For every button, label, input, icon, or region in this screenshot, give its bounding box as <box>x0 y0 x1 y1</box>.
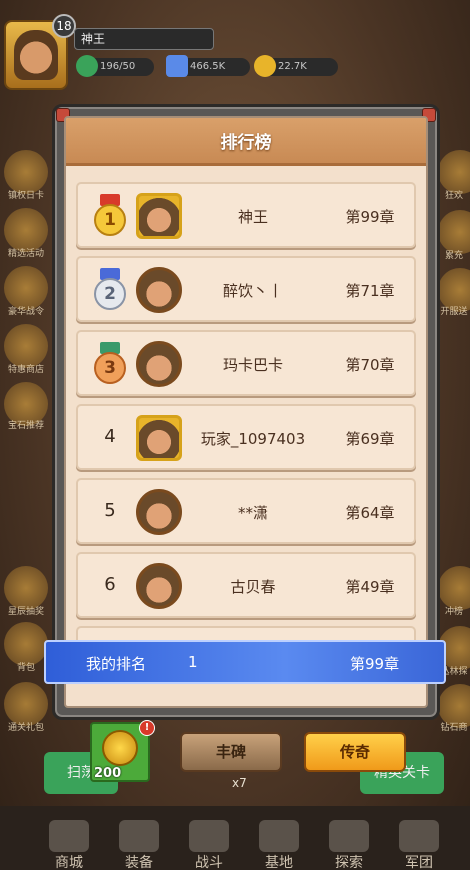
gold-medal-icon: 1 <box>92 194 128 238</box>
row-chapter: 第64章 <box>345 504 395 522</box>
equipment-icon <box>119 820 159 852</box>
my-rank-chapter: 第99章 <box>350 655 400 673</box>
energy-cost-label: x7 <box>232 776 247 790</box>
medal-rank: 1 <box>94 204 126 236</box>
gold-coin-icon <box>254 55 276 77</box>
base-icon <box>259 820 299 852</box>
player-portrait <box>136 415 182 461</box>
battle-icon <box>189 820 229 852</box>
side-label-left-1: 镇权日卡 <box>7 191 44 201</box>
reward-count: 200 <box>94 766 122 781</box>
legion-icon <box>399 820 439 852</box>
modal-header: 排行榜 <box>66 118 426 166</box>
medal-rank: 3 <box>94 352 126 384</box>
nav-equipment[interactable]: 装备 <box>104 820 174 870</box>
leaderboard-row[interactable]: 1 神王 第99章 <box>76 182 416 248</box>
row-chapter: 第70章 <box>345 356 395 374</box>
modal-title: 排行榜 <box>220 133 272 153</box>
silver-medal-icon: 2 <box>92 268 128 312</box>
gem-icon <box>166 55 188 77</box>
leaderboard-row[interactable]: 4 玩家_1097403 第69章 <box>76 404 416 470</box>
nav-explore[interactable]: 探索 <box>314 820 384 870</box>
row-rank: 6 <box>104 574 116 595</box>
nav-equipment-label: 装备 <box>125 855 153 870</box>
side-label-left-2: 精选活动 <box>7 249 44 259</box>
row-chapter: 第49章 <box>345 578 395 596</box>
coin-icon <box>102 730 138 766</box>
side-label-left-3: 豪华战令 <box>7 307 44 317</box>
reward-alert-badge: ! <box>139 720 155 736</box>
side-label-left-8: 通关礼包 <box>7 723 44 733</box>
player-portrait <box>136 489 182 535</box>
my-rank-value: 1 <box>188 653 198 671</box>
row-rank: 4 <box>104 426 116 447</box>
medal-rank: 2 <box>94 278 126 310</box>
row-player-name: 古贝春 <box>230 578 276 596</box>
modal-content: 排行榜 1 神王 第99章 2 醉饮丶丨 第71章 3 玛卡巴卡 第70章 4 … <box>64 116 428 708</box>
nav-base-label: 基地 <box>265 855 293 870</box>
leaderboard-row[interactable]: 3 玛卡巴卡 第70章 <box>76 330 416 396</box>
energy-counter[interactable]: 196/50 <box>76 55 154 77</box>
energy-value: 196/50 <box>100 61 136 72</box>
side-label-right-6: 钻石商 <box>440 723 468 733</box>
bronze-medal-icon: 3 <box>92 342 128 386</box>
player-header: 18 神王 196/50 466.5K 22.7K <box>0 0 470 90</box>
row-player-name: **潇 <box>237 504 268 522</box>
explore-icon <box>329 820 369 852</box>
leaderboard-modal: 排行榜 1 神王 第99章 2 醉饮丶丨 第71章 3 玛卡巴卡 第70章 4 … <box>52 104 440 720</box>
bottom-navigation: 商城 装备 战斗 基地 探索 军团 <box>0 806 470 870</box>
row-chapter: 第71章 <box>345 282 395 300</box>
row-player-name: 醉饮丶丨 <box>222 282 283 300</box>
leaderboard-row[interactable]: 2 醉饮丶丨 第71章 <box>76 256 416 322</box>
row-chapter: 第69章 <box>345 430 395 448</box>
nav-explore-label: 探索 <box>335 855 363 870</box>
gem-value: 466.5K <box>190 61 226 72</box>
row-rank: 5 <box>104 500 116 521</box>
my-rank-label: 我的排名 <box>86 655 147 673</box>
player-name: 神王 <box>74 28 214 50</box>
player-portrait <box>136 341 182 387</box>
player-portrait <box>136 563 182 609</box>
nav-base[interactable]: 基地 <box>244 820 314 870</box>
player-portrait <box>136 193 182 239</box>
nav-legion[interactable]: 军团 <box>384 820 454 870</box>
gem-counter[interactable]: 466.5K <box>166 55 250 77</box>
my-rank-bar: 我的排名 1 第99章 <box>44 640 446 684</box>
row-player-name: 玩家_1097403 <box>200 430 306 448</box>
nav-battle[interactable]: 战斗 <box>174 820 244 870</box>
nav-shop-label: 商城 <box>55 855 83 870</box>
nav-shop[interactable]: 商城 <box>34 820 104 870</box>
player-level-badge: 18 <box>52 14 76 38</box>
player-portrait <box>136 267 182 313</box>
side-label-left-4: 特惠商店 <box>7 365 44 375</box>
shop-icon <box>49 820 89 852</box>
tab-monument[interactable]: 丰碑 <box>180 732 282 772</box>
row-chapter: 第99章 <box>345 208 395 226</box>
row-player-name: 玛卡巴卡 <box>222 356 283 374</box>
leaderboard-row[interactable]: 6 古贝春 第49章 <box>76 552 416 618</box>
side-label-left-5: 宝石推荐 <box>7 421 44 431</box>
side-label-left-6: 星辰抽奖 <box>7 607 44 617</box>
nav-battle-label: 战斗 <box>195 855 223 870</box>
avatar-face <box>14 30 58 80</box>
gold-counter[interactable]: 22.7K <box>254 55 338 77</box>
leaderboard-row[interactable]: 5 **潇 第64章 <box>76 478 416 544</box>
nav-legion-label: 军团 <box>405 855 433 870</box>
tab-legend[interactable]: 传奇 <box>304 732 406 772</box>
gold-value: 22.7K <box>278 61 307 72</box>
energy-icon <box>76 55 98 77</box>
row-player-name: 神王 <box>237 208 268 226</box>
